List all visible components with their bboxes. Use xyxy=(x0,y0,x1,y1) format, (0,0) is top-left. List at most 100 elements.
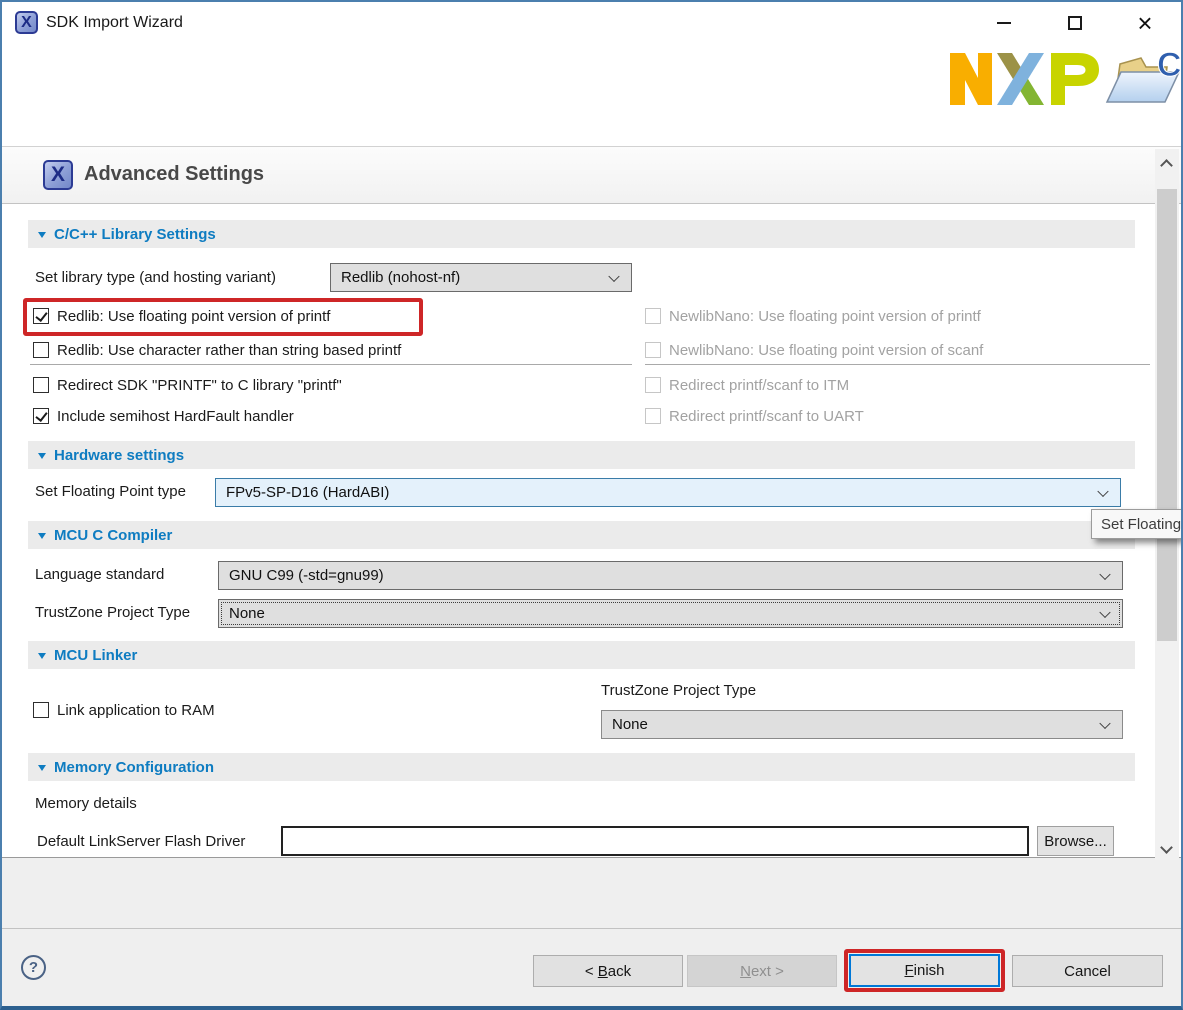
trustzone-type-value: None xyxy=(229,605,265,622)
language-standard-value: GNU C99 (-std=gnu99) xyxy=(229,567,384,584)
close-button[interactable]: × xyxy=(1127,8,1163,38)
section-library-settings[interactable]: C/C++ Library Settings xyxy=(28,220,1135,248)
close-icon: × xyxy=(1137,10,1152,36)
checkbox-box xyxy=(645,342,661,358)
section-compiler-title: MCU C Compiler xyxy=(54,527,172,544)
checkbox-label: Redirect SDK "PRINTF" to C library "prin… xyxy=(57,377,342,394)
section-memory-configuration[interactable]: Memory Configuration xyxy=(28,753,1135,781)
mcuxpresso-header-icon: X xyxy=(43,160,73,190)
checkbox-box xyxy=(645,308,661,324)
library-type-dropdown[interactable]: Redlib (nohost-nf) xyxy=(330,263,632,292)
checkbox-box[interactable] xyxy=(33,342,49,358)
checkbox-box[interactable] xyxy=(33,408,49,424)
checkbox-link-app-to-ram[interactable]: Link application to RAM xyxy=(33,700,215,720)
chevron-down-icon xyxy=(1099,606,1110,617)
flash-driver-input[interactable] xyxy=(281,826,1029,856)
checkbox-newlibnano-printf: NewlibNano: Use floating point version o… xyxy=(645,306,981,326)
checkbox-redlib-float-printf[interactable]: Redlib: Use floating point version of pr… xyxy=(33,306,330,326)
finish-button[interactable]: Finish xyxy=(849,954,1000,987)
app-icon-letter: X xyxy=(21,14,32,32)
finish-label: Finish xyxy=(904,962,944,979)
divider xyxy=(645,364,1150,365)
section-hardware-settings[interactable]: Hardware settings xyxy=(28,441,1135,469)
minimize-icon xyxy=(997,22,1011,24)
language-standard-label: Language standard xyxy=(35,566,164,583)
flash-driver-label: Default LinkServer Flash Driver xyxy=(37,833,245,850)
linker-trustzone-label: TrustZone Project Type xyxy=(601,682,756,699)
page-title: Advanced Settings xyxy=(84,163,264,186)
chevron-down-icon xyxy=(608,270,619,281)
checkbox-label: Include semihost HardFault handler xyxy=(57,408,294,425)
library-type-value: Redlib (nohost-nf) xyxy=(341,269,460,286)
checkbox-box xyxy=(645,377,661,393)
maximize-icon xyxy=(1068,16,1082,30)
chevron-down-icon xyxy=(1099,568,1110,579)
sdk-import-wizard-window: X SDK Import Wizard × xyxy=(0,0,1183,1010)
floating-point-dropdown[interactable]: FPv5-SP-D16 (HardABI) xyxy=(215,478,1121,507)
checkbox-label: NewlibNano: Use floating point version o… xyxy=(669,342,983,359)
trustzone-type-dropdown[interactable]: None xyxy=(218,599,1123,628)
checkbox-label: Link application to RAM xyxy=(57,702,215,719)
checkbox-redirect-uart: Redirect printf/scanf to UART xyxy=(645,406,864,426)
maximize-button[interactable] xyxy=(1057,8,1093,38)
chevron-down-icon xyxy=(1099,717,1110,728)
trustzone-type-label: TrustZone Project Type xyxy=(35,604,190,621)
checkbox-box[interactable] xyxy=(33,702,49,718)
checkbox-label: Redirect printf/scanf to UART xyxy=(669,408,864,425)
checkbox-label: Redlib: Use character rather than string… xyxy=(57,342,401,359)
checkbox-label: Redlib: Use floating point version of pr… xyxy=(57,308,330,325)
minimize-button[interactable] xyxy=(986,8,1022,38)
checkbox-label: NewlibNano: Use floating point version o… xyxy=(669,308,981,325)
scroll-up-icon[interactable] xyxy=(1160,159,1173,172)
next-button: Next > xyxy=(687,955,837,987)
checkbox-box[interactable] xyxy=(33,377,49,393)
browse-button-label: Browse... xyxy=(1044,833,1107,850)
checkbox-semihost-hardfault[interactable]: Include semihost HardFault handler xyxy=(33,406,294,426)
window-title: SDK Import Wizard xyxy=(46,14,183,32)
scrollbar-thumb[interactable] xyxy=(1157,189,1177,641)
next-label: Next > xyxy=(740,963,784,980)
nxp-letter-p xyxy=(1051,53,1099,105)
section-memory-title: Memory Configuration xyxy=(54,759,214,776)
checkbox-redlib-char-printf[interactable]: Redlib: Use character rather than string… xyxy=(33,340,401,360)
content-footer-gap xyxy=(0,857,1183,928)
checkbox-box[interactable] xyxy=(33,308,49,324)
tooltip-text: Set Floating xyxy=(1101,516,1181,533)
checkbox-label: Redirect printf/scanf to ITM xyxy=(669,377,849,394)
back-label: < Back xyxy=(585,963,631,980)
memory-details-label: Memory details xyxy=(35,795,137,812)
checkbox-newlibnano-scanf: NewlibNano: Use floating point version o… xyxy=(645,340,983,360)
tooltip: Set Floating xyxy=(1091,509,1183,539)
section-hardware-title: Hardware settings xyxy=(54,447,184,464)
scrollbar[interactable] xyxy=(1155,149,1179,860)
language-standard-dropdown[interactable]: GNU C99 (-std=gnu99) xyxy=(218,561,1123,590)
help-button[interactable]: ? xyxy=(21,955,46,980)
header-icon-letter: X xyxy=(51,163,65,187)
nxp-letter-n xyxy=(950,53,992,105)
scroll-down-icon[interactable] xyxy=(1160,841,1173,854)
library-type-label: Set library type (and hosting variant) xyxy=(35,269,276,286)
floating-point-value: FPv5-SP-D16 (HardABI) xyxy=(226,484,389,501)
browse-button[interactable]: Browse... xyxy=(1037,826,1114,856)
checkbox-redirect-sdk-printf[interactable]: Redirect SDK "PRINTF" to C library "prin… xyxy=(33,375,342,395)
back-button[interactable]: < Back xyxy=(533,955,683,987)
nxp-letter-x xyxy=(997,53,1044,105)
linker-trustzone-value: None xyxy=(612,716,648,733)
section-linker-title: MCU Linker xyxy=(54,647,137,664)
checkbox-box xyxy=(645,408,661,424)
nxp-logo: C xyxy=(948,40,1183,118)
section-mcu-c-compiler[interactable]: MCU C Compiler xyxy=(28,521,1135,549)
cancel-label: Cancel xyxy=(1064,963,1111,980)
floating-point-label: Set Floating Point type xyxy=(35,483,186,500)
divider xyxy=(30,364,632,365)
section-library-title: C/C++ Library Settings xyxy=(54,226,216,243)
linker-trustzone-dropdown[interactable]: None xyxy=(601,710,1123,739)
cancel-button[interactable]: Cancel xyxy=(1012,955,1163,987)
checkbox-redirect-itm: Redirect printf/scanf to ITM xyxy=(645,375,849,395)
help-icon: ? xyxy=(29,959,38,976)
folder-c-icon: C xyxy=(1107,46,1182,102)
chevron-down-icon xyxy=(1097,485,1108,496)
mcuxpresso-app-icon: X xyxy=(15,11,38,34)
svg-text:C: C xyxy=(1157,46,1182,84)
section-mcu-linker[interactable]: MCU Linker xyxy=(28,641,1135,669)
